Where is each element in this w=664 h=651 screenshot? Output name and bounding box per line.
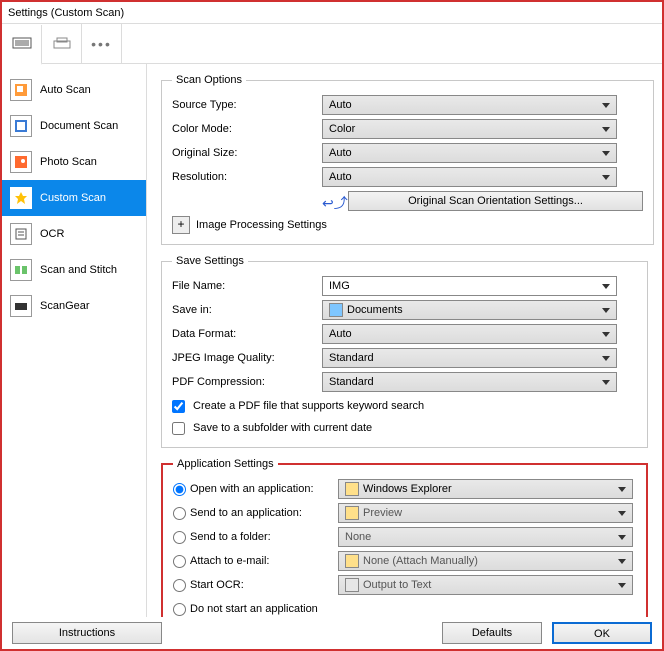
scan-options-legend: Scan Options	[172, 74, 246, 86]
pdf-compression-select[interactable]: Standard	[322, 372, 617, 392]
file-name-label: File Name:	[172, 280, 322, 292]
open-with-select[interactable]: Windows Explorer	[338, 479, 633, 499]
resolution-label: Resolution:	[172, 171, 322, 183]
attach-email-select[interactable]: None (Attach Manually)	[338, 551, 633, 571]
sidebar-item-scangear[interactable]: ScanGear	[2, 288, 146, 324]
jpeg-quality-select[interactable]: Standard	[322, 348, 617, 368]
text-icon	[345, 578, 359, 592]
auto-scan-icon	[10, 79, 32, 101]
keyword-search-label: Create a PDF file that supports keyword …	[193, 400, 424, 412]
expand-image-processing-button[interactable]: +	[172, 216, 190, 234]
custom-scan-icon	[10, 187, 32, 209]
stitch-icon	[10, 259, 32, 281]
data-format-label: Data Format:	[172, 328, 322, 340]
send-app-radio[interactable]	[173, 507, 186, 520]
sidebar-item-label: OCR	[40, 228, 64, 240]
sidebar-item-photo-scan[interactable]: Photo Scan	[2, 144, 146, 180]
mail-icon	[345, 554, 359, 568]
sidebar-item-label: Custom Scan	[40, 192, 106, 204]
application-settings-group: Application Settings Open with an applic…	[161, 458, 648, 617]
body: Auto Scan Document Scan Photo Scan Custo…	[2, 64, 662, 617]
send-folder-radio[interactable]	[173, 531, 186, 544]
do-not-start-label: Do not start an application	[190, 603, 318, 615]
sidebar-item-label: Auto Scan	[40, 84, 91, 96]
preview-icon	[345, 506, 359, 520]
instructions-button[interactable]: Instructions	[12, 622, 162, 644]
tab-scan-from-panel[interactable]	[42, 24, 82, 64]
keyword-search-checkbox[interactable]	[172, 400, 185, 413]
toolbar-tabs: •••	[2, 24, 122, 63]
scangear-icon	[10, 295, 32, 317]
open-with-label: Open with an application:	[190, 483, 314, 495]
source-type-select[interactable]: Auto	[322, 95, 617, 115]
subfolder-label: Save to a subfolder with current date	[193, 422, 372, 434]
sidebar-item-scan-and-stitch[interactable]: Scan and Stitch	[2, 252, 146, 288]
send-folder-label: Send to a folder:	[190, 531, 271, 543]
photo-scan-icon	[10, 151, 32, 173]
application-settings-legend: Application Settings	[173, 458, 278, 470]
scanner-tab-icon	[12, 37, 32, 51]
data-format-select[interactable]: Auto	[322, 324, 617, 344]
pdf-compression-label: PDF Compression:	[172, 376, 322, 388]
sidebar-item-auto-scan[interactable]: Auto Scan	[2, 72, 146, 108]
more-icon: •••	[91, 36, 112, 52]
start-ocr-radio[interactable]	[173, 579, 186, 592]
original-size-select[interactable]: Auto	[322, 143, 617, 163]
open-with-radio[interactable]	[173, 483, 186, 496]
tab-general[interactable]: •••	[82, 24, 122, 64]
resolution-select[interactable]: Auto	[322, 167, 617, 187]
folder-icon	[329, 303, 343, 317]
sidebar: Auto Scan Document Scan Photo Scan Custo…	[2, 64, 147, 617]
original-size-label: Original Size:	[172, 147, 322, 159]
save-settings-group: Save Settings File Name: IMG Save in: Do…	[161, 255, 648, 448]
defaults-button[interactable]: Defaults	[442, 622, 542, 644]
send-app-label: Send to an application:	[190, 507, 302, 519]
orientation-settings-button[interactable]: Original Scan Orientation Settings...	[348, 191, 643, 211]
color-mode-label: Color Mode:	[172, 123, 322, 135]
source-type-label: Source Type:	[172, 99, 322, 111]
attach-email-radio[interactable]	[173, 555, 186, 568]
start-ocr-label: Start OCR:	[190, 579, 244, 591]
settings-window: Settings (Custom Scan) ••• Auto Scan Doc…	[0, 0, 664, 651]
file-name-input[interactable]: IMG	[322, 276, 617, 296]
sidebar-item-label: Document Scan	[40, 120, 118, 132]
color-mode-select[interactable]: Color	[322, 119, 617, 139]
tab-scan-from-computer[interactable]	[2, 25, 42, 65]
sidebar-item-label: Scan and Stitch	[40, 264, 117, 276]
sidebar-item-custom-scan[interactable]: Custom Scan	[2, 180, 146, 216]
document-scan-icon	[10, 115, 32, 137]
ok-button[interactable]: OK	[552, 622, 652, 644]
save-settings-legend: Save Settings	[172, 255, 248, 267]
printer-tab-icon	[52, 37, 72, 51]
return-arrow-icon: ↩⤴	[322, 193, 342, 209]
image-processing-label: Image Processing Settings	[196, 219, 327, 231]
ocr-icon	[10, 223, 32, 245]
send-folder-select[interactable]: None	[338, 527, 633, 547]
do-not-start-radio[interactable]	[173, 603, 186, 616]
titlebar: Settings (Custom Scan)	[2, 2, 662, 24]
scan-options-group: Scan Options Source Type: Auto Color Mod…	[161, 74, 654, 245]
start-ocr-select[interactable]: Output to Text	[338, 575, 633, 595]
send-app-select[interactable]: Preview	[338, 503, 633, 523]
attach-email-label: Attach to e-mail:	[190, 555, 269, 567]
footer: Instructions Defaults OK	[2, 617, 662, 649]
explorer-icon	[345, 482, 359, 496]
sidebar-item-ocr[interactable]: OCR	[2, 216, 146, 252]
window-title: Settings (Custom Scan)	[8, 7, 124, 19]
save-in-label: Save in:	[172, 304, 322, 316]
sidebar-item-label: ScanGear	[40, 300, 90, 312]
subfolder-checkbox[interactable]	[172, 422, 185, 435]
sidebar-item-document-scan[interactable]: Document Scan	[2, 108, 146, 144]
sidebar-item-label: Photo Scan	[40, 156, 97, 168]
jpeg-quality-label: JPEG Image Quality:	[172, 352, 322, 364]
top-toolbar: •••	[2, 24, 662, 64]
save-in-select[interactable]: Documents	[322, 300, 617, 320]
main-panel: Scan Options Source Type: Auto Color Mod…	[147, 64, 662, 617]
